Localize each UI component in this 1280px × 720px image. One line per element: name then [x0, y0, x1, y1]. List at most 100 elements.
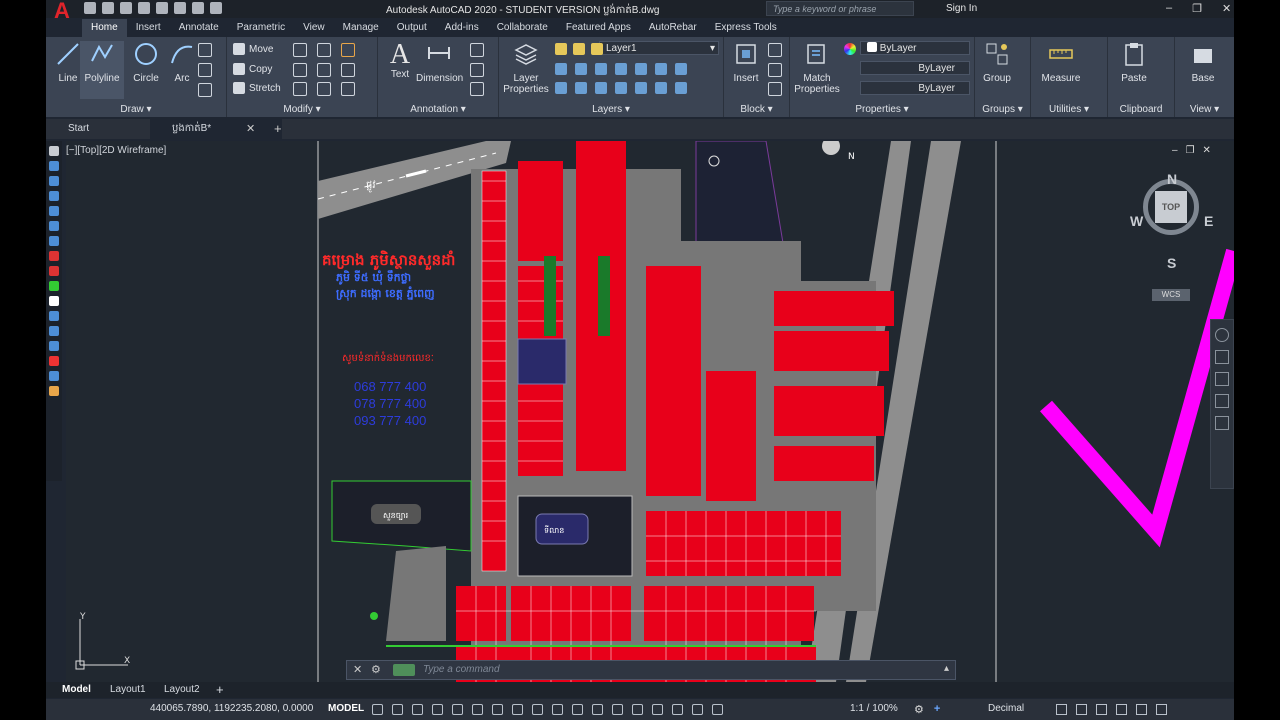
layer-tool-icon[interactable]	[575, 63, 587, 75]
tab-model[interactable]: Model	[62, 683, 91, 697]
isodraft-icon[interactable]	[492, 704, 503, 715]
color-wheel-icon[interactable]	[844, 43, 856, 55]
grid-icon[interactable]	[372, 704, 383, 715]
dynamic-input-icon[interactable]	[432, 704, 443, 715]
palette-tool-icon[interactable]	[49, 356, 59, 366]
palette-tool-icon[interactable]	[49, 191, 59, 201]
move-button[interactable]: Move	[233, 43, 273, 55]
steering-wheel-icon[interactable]	[1215, 328, 1229, 342]
workspace-gear-icon[interactable]: ⚙	[914, 703, 924, 716]
palette-tool-icon[interactable]	[49, 206, 59, 216]
restore-icon[interactable]: ❐	[1192, 2, 1202, 15]
annotation-scale[interactable]: 1:1 / 100%	[850, 703, 898, 714]
command-prompt-icon[interactable]	[393, 664, 415, 676]
save-as-icon[interactable]	[138, 2, 150, 14]
group-button[interactable]: Group	[975, 41, 1019, 84]
layer-tool-icon[interactable]	[675, 82, 687, 94]
draw-panel-title[interactable]: Draw ▾	[46, 104, 226, 115]
ortho-icon[interactable]	[452, 704, 463, 715]
3d-osnap-icon[interactable]	[612, 704, 623, 715]
palette-tool-icon[interactable]	[49, 266, 59, 276]
command-line[interactable]: ✕ ⚙ Type a command ▴	[346, 660, 956, 680]
tab-featured-apps[interactable]: Featured Apps	[557, 19, 640, 37]
command-input[interactable]: Type a command	[423, 664, 500, 675]
tab-insert[interactable]: Insert	[127, 19, 170, 37]
cursor-coordinates[interactable]: 440065.7890, 1192235.2080, 0.0000	[150, 703, 313, 714]
orbit-icon[interactable]	[1215, 394, 1229, 408]
viewport-minimize-icon[interactable]: –	[1172, 145, 1178, 156]
wcs-menu[interactable]: WCS	[1152, 289, 1190, 301]
rotate-icon[interactable]	[293, 43, 307, 57]
create-block-tool[interactable]	[768, 43, 782, 57]
selection-filter-icon[interactable]	[652, 704, 663, 715]
erase-icon[interactable]	[341, 43, 355, 57]
mirror-icon[interactable]	[293, 63, 307, 77]
scale-icon[interactable]	[293, 82, 307, 96]
tab-add-ins[interactable]: Add-ins	[436, 19, 488, 37]
clipboard-panel-title[interactable]: Clipboard	[1108, 104, 1174, 115]
palette-tool-icon[interactable]	[49, 281, 59, 291]
stretch-button[interactable]: Stretch	[233, 82, 281, 94]
auto-scale-icon[interactable]	[712, 704, 723, 715]
pan-icon[interactable]	[1215, 350, 1229, 364]
viewport-close-icon[interactable]: ✕	[1203, 145, 1211, 156]
measure-button[interactable]: Measure	[1037, 41, 1085, 84]
leader-tool[interactable]	[470, 43, 484, 57]
match-properties-button[interactable]: Match Properties	[790, 41, 844, 95]
tab-annotate[interactable]: Annotate	[170, 19, 228, 37]
fillet-icon[interactable]	[317, 63, 331, 77]
dimension-button[interactable]: Dimension	[416, 41, 463, 84]
showmotion-icon[interactable]	[1215, 416, 1229, 430]
compass-east[interactable]: E	[1204, 213, 1213, 229]
sun-icon[interactable]	[573, 43, 585, 55]
layer-properties-button[interactable]: Layer Properties	[501, 41, 551, 95]
hatch-tool[interactable]	[198, 63, 212, 77]
properties-panel-title[interactable]: Properties ▾	[790, 104, 974, 115]
zoom-icon[interactable]	[1215, 372, 1229, 386]
gizmo-icon[interactable]	[672, 704, 683, 715]
palette-tool-icon[interactable]	[49, 311, 59, 321]
layer-dropdown[interactable]: Layer1 ▾	[599, 41, 719, 55]
block-panel-title[interactable]: Block ▾	[724, 104, 789, 115]
layer-tool-icon[interactable]	[655, 63, 667, 75]
layer-tool-icon[interactable]	[575, 82, 587, 94]
open-icon[interactable]	[102, 2, 114, 14]
save-icon[interactable]	[120, 2, 132, 14]
annotation-monitor-icon[interactable]: +	[934, 703, 940, 716]
layer-tool-icon[interactable]	[635, 63, 647, 75]
palette-tool-icon[interactable]	[49, 326, 59, 336]
lock-icon[interactable]	[591, 43, 603, 55]
compass-west[interactable]: W	[1130, 213, 1143, 229]
selection-cycling-icon[interactable]	[592, 704, 603, 715]
draw-more-tool[interactable]	[198, 83, 212, 97]
layer-tool-icon[interactable]	[675, 63, 687, 75]
polyline-button[interactable]: Polyline	[80, 41, 124, 99]
new-tab-icon[interactable]: +	[274, 121, 282, 136]
infer-icon[interactable]	[412, 704, 423, 715]
compass-south[interactable]: S	[1167, 255, 1176, 271]
layer-tool-icon[interactable]	[555, 82, 567, 94]
lineweight-dropdown[interactable]: ByLayer	[860, 81, 970, 95]
palette-tool-icon[interactable]	[49, 341, 59, 351]
palette-tool-icon[interactable]	[49, 176, 59, 186]
help-search-input[interactable]: Type a keyword or phrase	[766, 1, 914, 16]
units-dropdown[interactable]: Decimal	[988, 703, 1024, 714]
compass-north[interactable]: N	[1167, 171, 1177, 187]
array-icon[interactable]	[317, 82, 331, 96]
layer-tool-icon[interactable]	[555, 63, 567, 75]
snap-icon[interactable]	[392, 704, 403, 715]
lightbulb-icon[interactable]	[555, 43, 567, 55]
modify-panel-title[interactable]: Modify ▾	[227, 104, 377, 115]
attribute-tool[interactable]	[768, 82, 782, 96]
mleader-tool[interactable]	[470, 63, 484, 77]
palette-tool-icon[interactable]	[49, 386, 59, 396]
palette-tool-icon[interactable]	[49, 371, 59, 381]
layer-tool-icon[interactable]	[635, 82, 647, 94]
layer-tool-icon[interactable]	[595, 63, 607, 75]
paste-button[interactable]: Paste	[1112, 41, 1156, 84]
transparency-icon[interactable]	[572, 704, 583, 715]
isolate-objects-icon[interactable]	[1096, 704, 1107, 715]
undo-icon[interactable]	[192, 2, 204, 14]
explode-icon[interactable]	[341, 63, 355, 77]
model-space-toggle[interactable]: MODEL	[328, 703, 364, 714]
